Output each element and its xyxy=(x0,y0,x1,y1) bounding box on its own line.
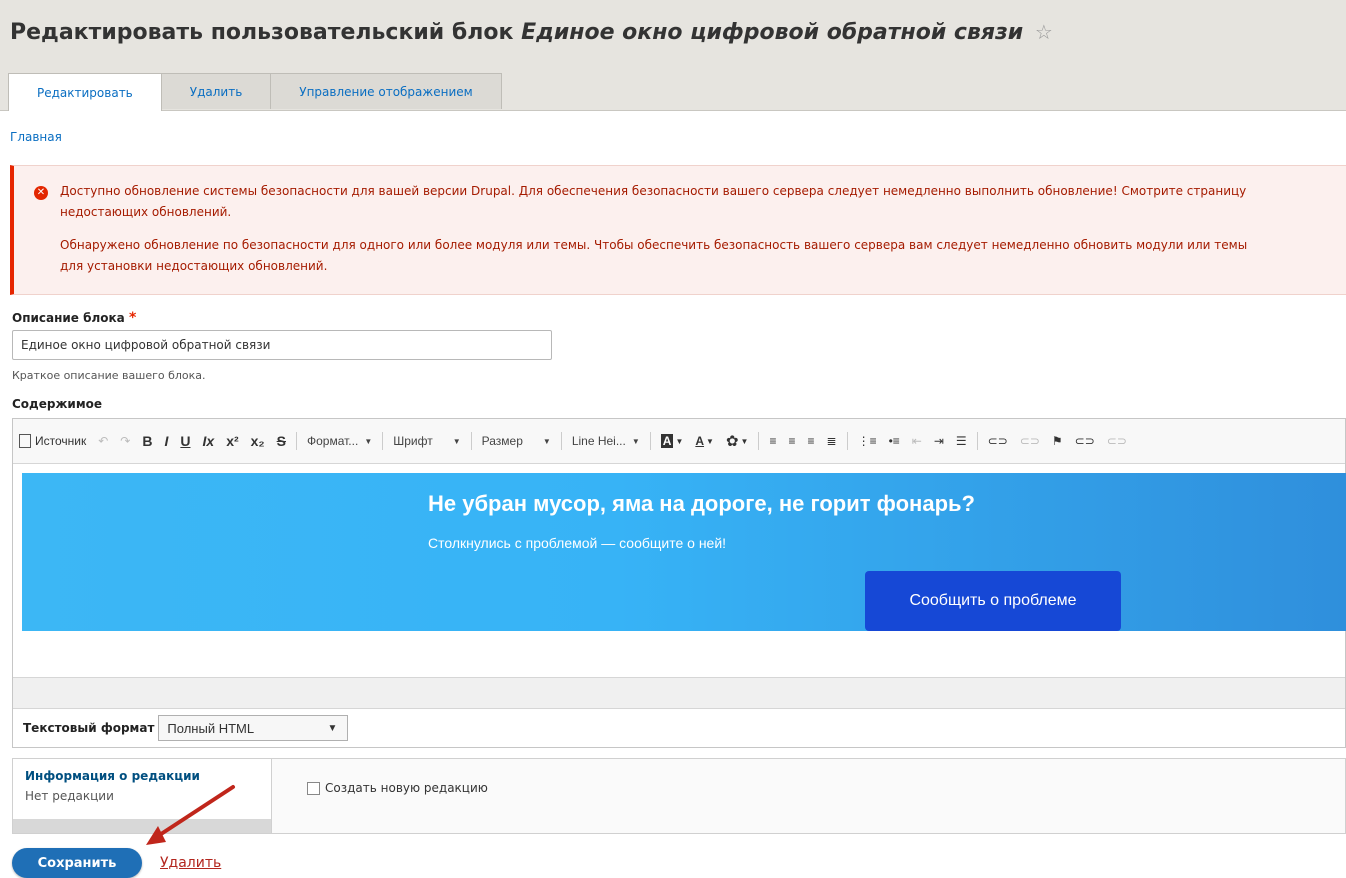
source-button[interactable]: Источник xyxy=(13,434,92,448)
align-right-icon[interactable]: ≡ xyxy=(801,434,820,448)
settings-button[interactable]: ✿ ▼ xyxy=(720,432,755,450)
chevron-down-icon: ▼ xyxy=(706,436,714,446)
align-center-icon[interactable]: ≡ xyxy=(782,434,801,448)
format-dropdown-label: Формат... xyxy=(307,434,359,448)
chevron-down-icon: ▼ xyxy=(740,436,749,446)
banner-subtitle: Столкнулись с проблемой — сообщите о ней… xyxy=(428,535,727,551)
remove-format-button[interactable]: Ix xyxy=(197,433,221,449)
text-format-value: Полный HTML xyxy=(167,720,255,736)
align-left-icon[interactable]: ≡ xyxy=(763,434,782,448)
subscript-button[interactable]: x₂ xyxy=(245,433,271,449)
horizontal-line-icon[interactable]: ☰ xyxy=(950,434,973,448)
report-problem-button[interactable]: Сообщить о проблеме xyxy=(865,571,1121,631)
editor-status-bar xyxy=(13,677,1345,709)
chevron-down-icon: ▼ xyxy=(675,436,684,446)
error-icon: ✕ xyxy=(34,186,48,200)
breadcrumb-home[interactable]: Главная xyxy=(10,130,62,144)
security-alert: ✕ Доступно обновление системы безопаснос… xyxy=(10,165,1346,295)
ckeditor: Источник ↶ ↷ B I U Ix x² x₂ S Формат... ▼… xyxy=(12,418,1346,748)
toolbar-separator xyxy=(976,432,978,450)
chevron-down-icon: ▼ xyxy=(542,436,551,446)
chevron-down-icon: ▼ xyxy=(364,436,373,446)
new-revision-checkbox-row[interactable]: Создать новую редакцию xyxy=(307,781,488,795)
content-label: Содержимое xyxy=(12,397,103,411)
revision-information: Информация о редакции Нет редакции Созда… xyxy=(12,758,1346,834)
line-height-dropdown[interactable]: Line Hei... ▼ xyxy=(566,434,646,448)
toolbar-separator xyxy=(296,432,297,450)
outdent-icon[interactable]: ⇤ xyxy=(906,434,928,448)
primary-tabs: Редактировать Удалить Управление отображ… xyxy=(8,73,502,111)
toolbar-separator xyxy=(470,432,472,450)
block-description-input[interactable]: Единое окно цифровой обратной связи xyxy=(12,330,552,360)
source-button-label: Источник xyxy=(35,434,87,448)
revision-status: Нет редакции xyxy=(25,789,114,803)
new-revision-checkbox[interactable] xyxy=(307,781,320,795)
source-icon xyxy=(19,434,31,448)
link-icon[interactable]: ⊂⊃ xyxy=(1069,434,1101,448)
text-format-row: Текстовый формат Полный HTML ▼ xyxy=(13,709,1346,747)
toolbar-separator xyxy=(649,432,651,450)
toolbar-separator xyxy=(560,432,562,450)
revision-tab-scrollbar xyxy=(13,819,271,833)
unlink-icon[interactable]: ⊂⊃ xyxy=(1101,434,1133,448)
banner-title: Не убран мусор, яма на дороге, не горит … xyxy=(428,491,975,516)
tab-edit[interactable]: Редактировать xyxy=(8,73,162,111)
alert-message-core: Доступно обновление системы безопасности… xyxy=(60,184,1247,219)
redo-icon[interactable]: ↷ xyxy=(114,434,136,448)
strikethrough-button[interactable]: S xyxy=(271,433,292,449)
anchor-flag-icon[interactable]: ⚑ xyxy=(1046,434,1069,448)
toolbar-separator xyxy=(846,432,848,450)
unlink-icon[interactable]: ⊂⊃ xyxy=(1014,434,1046,448)
new-revision-checkbox-label: Создать новую редакцию xyxy=(325,781,488,795)
background-color-icon: A xyxy=(660,434,674,448)
text-format-label: Текстовый формат xyxy=(23,721,155,735)
chevron-down-icon: ▼ xyxy=(631,436,640,446)
text-color-button[interactable]: A ▼ xyxy=(689,434,720,448)
block-description-label-text: Описание блока xyxy=(12,311,125,325)
block-description-hint: Краткое описание вашего блока. xyxy=(12,369,206,382)
underline-button[interactable]: U xyxy=(174,433,196,449)
revision-tab[interactable]: Информация о редакции Нет редакции xyxy=(13,759,272,833)
revision-title[interactable]: Информация о редакции xyxy=(25,769,200,783)
background-color-button[interactable]: A ▼ xyxy=(655,434,690,448)
format-dropdown[interactable]: Формат... ▼ xyxy=(301,434,378,448)
link-icon[interactable]: ⊂⊃ xyxy=(982,434,1014,448)
star-icon[interactable]: ☆ xyxy=(1035,20,1053,44)
chevron-down-icon: ▼ xyxy=(452,436,461,446)
size-dropdown-label: Размер xyxy=(481,434,523,448)
delete-link[interactable]: Удалить xyxy=(160,855,221,871)
gear-icon: ✿ xyxy=(725,433,739,450)
align-justify-icon[interactable]: ≣ xyxy=(821,434,843,448)
content-banner: Не убран мусор, яма на дороге, не горит … xyxy=(22,473,1346,631)
toolbar-separator xyxy=(758,432,760,450)
indent-icon[interactable]: ⇥ xyxy=(928,434,950,448)
font-dropdown-label: Шрифт xyxy=(393,434,433,448)
page-title-prefix: Редактировать пользовательский блок xyxy=(10,20,514,45)
toolbar-separator xyxy=(382,432,384,450)
bulleted-list-icon[interactable]: •≡ xyxy=(883,434,906,448)
superscript-button[interactable]: x² xyxy=(220,433,244,449)
undo-icon[interactable]: ↶ xyxy=(92,434,114,448)
numbered-list-icon[interactable]: ⋮≡ xyxy=(852,434,883,448)
page-title-block-name: Единое окно цифровой обратной связи xyxy=(521,20,1024,45)
tab-manage-display[interactable]: Управление отображением xyxy=(270,73,502,109)
block-description-label: Описание блока * xyxy=(12,310,136,326)
size-dropdown[interactable]: Размер ▼ xyxy=(476,434,557,448)
italic-button[interactable]: I xyxy=(158,433,174,449)
required-marker: * xyxy=(128,310,137,326)
editor-toolbar: Источник ↶ ↷ B I U Ix x² x₂ S Формат... ▼… xyxy=(13,419,1345,464)
bold-button[interactable]: B xyxy=(136,433,158,449)
tab-delete[interactable]: Удалить xyxy=(160,73,272,109)
alert-message-modules: Обнаружено обновление по безопасности дл… xyxy=(60,238,1248,273)
line-height-dropdown-label: Line Hei... xyxy=(571,434,626,448)
chevron-down-icon: ▼ xyxy=(327,722,338,734)
text-color-icon: A xyxy=(695,434,705,448)
font-dropdown[interactable]: Шрифт ▼ xyxy=(387,434,466,448)
page-title: Редактировать пользовательский блок Един… xyxy=(10,20,1053,45)
text-format-select[interactable]: Полный HTML ▼ xyxy=(158,715,349,741)
